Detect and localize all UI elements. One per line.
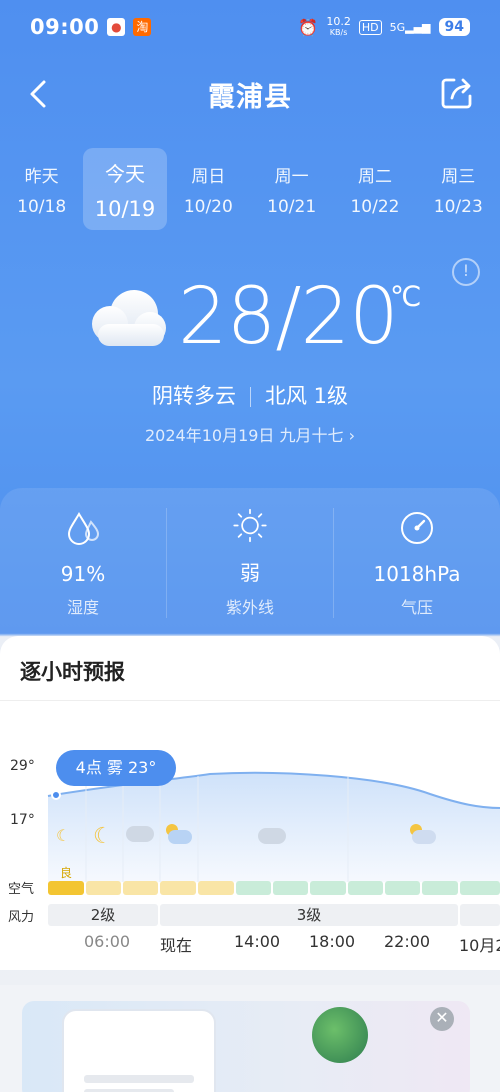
map-pin-icon: ●: [107, 18, 126, 36]
moon-cloud-icon: ☾: [56, 826, 71, 845]
wind-row-label: 风力: [8, 910, 35, 925]
day-tab-today[interactable]: 今天 10/19: [83, 148, 167, 230]
stat-pressure[interactable]: 1018hPa 气压: [334, 508, 500, 618]
time-label: 10月2: [459, 936, 500, 955]
pressure-icon: [401, 512, 433, 544]
time-label: 06:00: [84, 932, 131, 951]
aqi-row-label: 空气: [8, 882, 35, 897]
cloud-icon: [126, 826, 154, 842]
aqi-segment: [310, 881, 346, 895]
wind-text: 北风 1级: [264, 384, 349, 408]
battery-icon: 94: [438, 18, 470, 36]
condition-text: 阴转多云: [151, 384, 236, 408]
status-right: ⏰ 10.2 KB/s HD 5G▂▄▆ 94: [298, 14, 470, 38]
stats-panel: 91% 湿度 弱 紫外线 1018hPa 气压: [0, 488, 500, 648]
stat-uv[interactable]: 弱 紫外线: [167, 508, 334, 618]
moon-cloud-icon: [408, 824, 436, 844]
signal-icon: 5G▂▄▆: [389, 20, 431, 34]
time-label: 14:00: [234, 932, 281, 951]
aqi-segment: [273, 881, 308, 895]
aqi-segment: [460, 881, 500, 895]
page-title: 霞浦县: [208, 81, 292, 113]
aqi-segment: [348, 881, 383, 895]
aqi-segment: [123, 881, 158, 895]
wind-segment: 2级: [48, 904, 158, 926]
taobao-icon: 淘: [133, 18, 152, 36]
y-axis-low: 17°: [10, 812, 35, 828]
header: 霞浦县: [0, 64, 500, 124]
humidity-icon: [67, 512, 100, 545]
day-tabs: 昨天 10/18 今天 10/19 周日 10/20 周一 10/21 周二 10/22 …: [0, 148, 500, 230]
ad-phone-graphic: [62, 1009, 216, 1092]
wind-segment: 3级: [160, 904, 458, 926]
day-tab-yesterday[interactable]: 昨天 10/18: [0, 148, 83, 230]
time-label: 22:00: [384, 932, 431, 951]
day-tab-tuesday[interactable]: 周二 10/22: [333, 148, 416, 230]
sun-cloud-icon: [164, 824, 192, 844]
time-label: 18:00: [309, 932, 356, 951]
back-button[interactable]: [22, 76, 58, 112]
hd-badge: HD: [358, 19, 382, 35]
temperature-unit: ℃: [390, 280, 422, 313]
temperature-range: 28/20: [178, 272, 399, 362]
chevron-right-icon: ›: [348, 426, 356, 445]
status-time: 09:00: [30, 15, 100, 39]
aqi-segment: [160, 881, 196, 895]
wind-segment: [460, 904, 500, 926]
moon-icon: ☾: [93, 824, 113, 849]
y-axis-high: 29°: [10, 758, 35, 774]
current-weather: 28/20 ℃: [0, 272, 500, 372]
stat-humidity[interactable]: 91% 湿度: [0, 508, 167, 618]
sun-icon: [233, 508, 267, 543]
day-tab-wednesday[interactable]: 周三 10/23: [417, 148, 500, 230]
divider: [249, 387, 251, 407]
close-icon[interactable]: ✕: [430, 1007, 454, 1031]
cloud-icon: [258, 828, 286, 844]
time-label: 现在: [160, 936, 193, 955]
aqi-segment: [86, 881, 121, 895]
cloudy-icon: [92, 290, 166, 346]
condition-line: 阴转多云 北风 1级: [0, 380, 500, 410]
aqi-segment: [422, 881, 458, 895]
status-bar: 09:00 ● 淘 ⏰ 10.2 KB/s HD 5G▂▄▆ 94: [0, 0, 500, 54]
ad-card: ✕: [0, 985, 500, 1092]
aqi-segment: [48, 881, 84, 895]
share-button[interactable]: [438, 74, 476, 112]
date-line[interactable]: 2024年10月19日 九月十七 ›: [0, 422, 500, 446]
aqi-segment: [198, 881, 234, 895]
ad-banner[interactable]: ✕: [22, 1001, 470, 1092]
alarm-icon: ⏰: [298, 17, 319, 37]
aqi-segment: [236, 881, 271, 895]
day-tab-monday[interactable]: 周一 10/21: [250, 148, 333, 230]
aqi-segment: [385, 881, 420, 895]
day-tab-sunday[interactable]: 周日 10/20: [167, 148, 250, 230]
net-speed: 10.2 KB/s: [326, 14, 351, 37]
hourly-forecast: 逐小时预报 29° 17° 4点 雾 23° ☾ ☾ 空气 良 风力 2级 3级…: [0, 636, 500, 970]
aqi-good-label: 良: [60, 866, 73, 880]
ad-avatar: [312, 1007, 368, 1063]
chart-tooltip: 4点 雾 23°: [56, 750, 176, 786]
